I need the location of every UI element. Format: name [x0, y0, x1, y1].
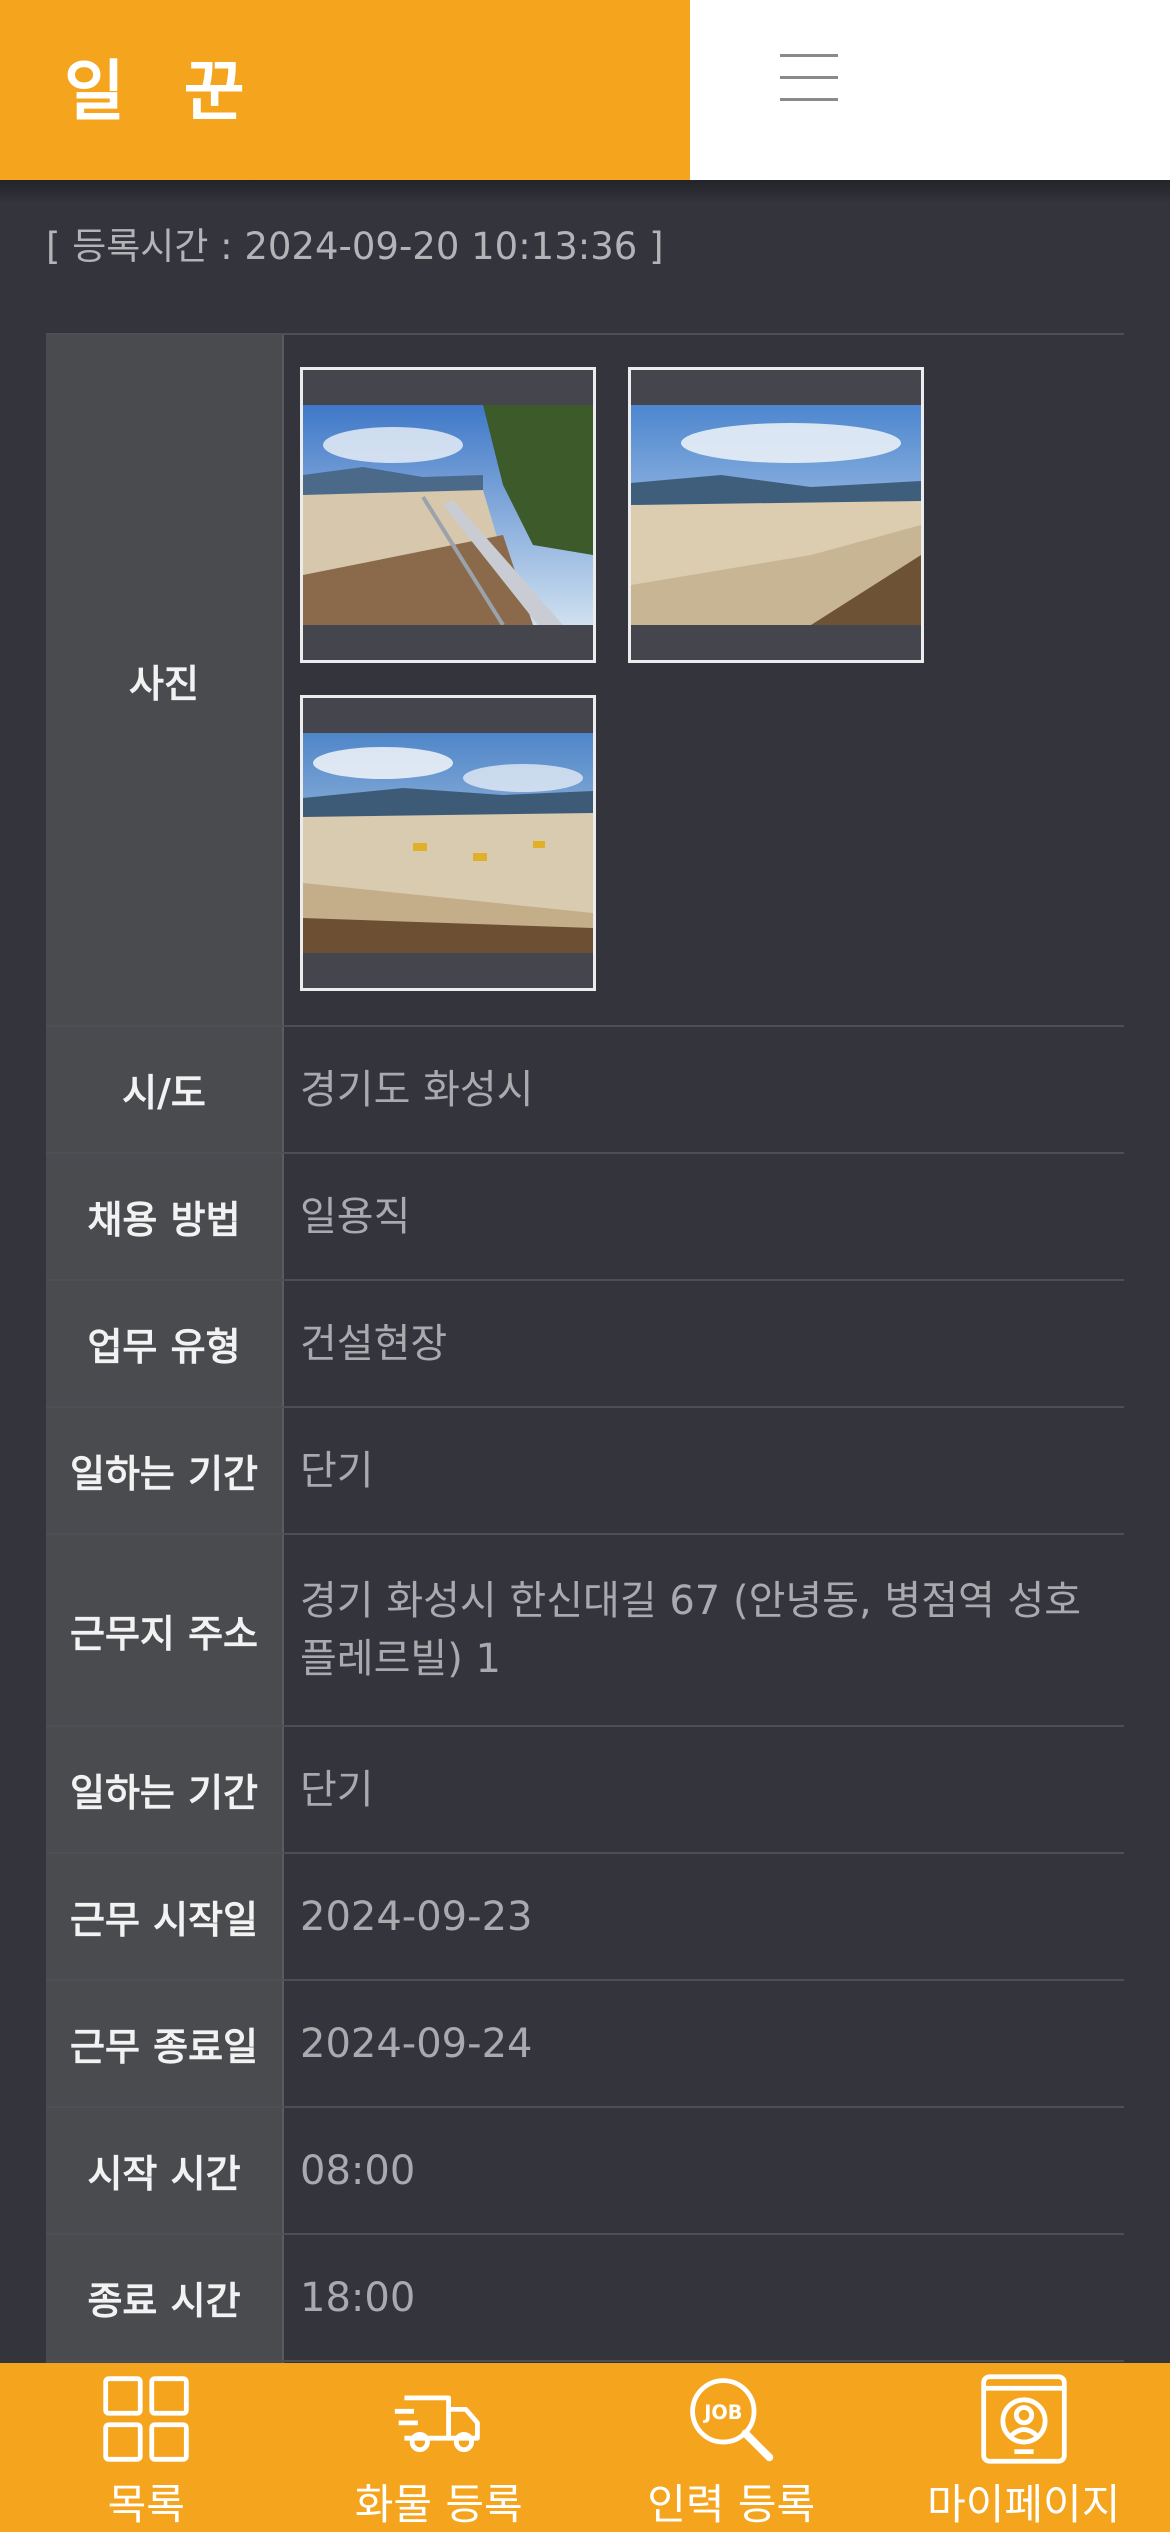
row-value: 2024-09-24	[300, 2020, 533, 2067]
photo-thumbnail-3[interactable]	[300, 695, 596, 991]
menu-area	[690, 0, 1170, 180]
svg-text:JOB: JOB	[703, 2401, 743, 2424]
row-label: 채용 방법	[46, 1154, 284, 1279]
photo-thumbnail-1[interactable]	[300, 367, 596, 663]
row-value: 2024-09-23	[300, 1893, 533, 1940]
row-value: 18:00	[300, 2274, 416, 2321]
row-label: 업무 유형	[46, 1281, 284, 1406]
photo-row: 사진	[46, 335, 1124, 1027]
row-label: 일하는 기간	[46, 1727, 284, 1852]
photo-thumbnail-2[interactable]	[628, 367, 924, 663]
row-label: 시작 시간	[46, 2108, 284, 2233]
detail-row: 시/도 경기도 화성시	[46, 1027, 1124, 1154]
nav-cargo-register[interactable]: 화물 등록	[293, 2363, 586, 2532]
row-value: 일용직	[300, 1193, 411, 1240]
row-label: 시/도	[46, 1027, 284, 1152]
row-label: 근무 시작일	[46, 1854, 284, 1979]
app-logo[interactable]: 일 꾼	[64, 38, 262, 134]
detail-row: 채용 방법 일용직	[46, 1154, 1124, 1281]
nav-label: 인력 등록	[647, 2480, 816, 2529]
registration-time: [ 등록시간 : 2024-09-20 10:13:36 ]	[46, 225, 664, 268]
row-label: 사진	[46, 335, 284, 1025]
row-value: 단기	[300, 1447, 374, 1494]
bottom-navigation: 목록 화물 등록 JOB 인력 등록 마이페이지	[0, 2363, 1170, 2532]
detail-row: 일하는 기간 단기	[46, 1408, 1124, 1535]
app-header: 일 꾼	[0, 0, 1170, 180]
nav-list[interactable]: 목록	[0, 2363, 293, 2532]
job-detail-table: 사진 시/도 경기도 화성시 채용 방법 일용직 업무 유형 건설현장 일하는 …	[46, 333, 1124, 2489]
row-label: 근무지 주소	[46, 1535, 284, 1725]
detail-row: 근무지 주소 경기 화성시 한신대길 67 (안녕동, 병점역 성호플레르빌) 1	[46, 1535, 1124, 1727]
row-value: 08:00	[300, 2147, 416, 2194]
row-label: 종료 시간	[46, 2235, 284, 2360]
detail-row: 업무 유형 건설현장	[46, 1281, 1124, 1408]
user-profile-icon	[981, 2374, 1067, 2464]
row-value: 단기	[300, 1766, 374, 1813]
photo-gallery	[284, 335, 1124, 1025]
nav-label: 화물 등록	[354, 2480, 523, 2529]
nav-label: 마이페이지	[927, 2480, 1121, 2529]
truck-icon	[394, 2395, 480, 2453]
grid-list-icon	[103, 2376, 189, 2462]
detail-row: 근무 종료일 2024-09-24	[46, 1981, 1124, 2108]
detail-row: 일하는 기간 단기	[46, 1727, 1124, 1854]
job-search-icon: JOB	[690, 2378, 774, 2462]
row-value: 건설현장	[300, 1320, 448, 1367]
row-label: 근무 종료일	[46, 1981, 284, 2106]
detail-row: 근무 시작일 2024-09-23	[46, 1854, 1124, 1981]
header-shadow	[0, 180, 1170, 204]
logo-area[interactable]: 일 꾼	[0, 0, 690, 180]
nav-label: 목록	[107, 2480, 185, 2529]
row-value: 경기 화성시 한신대길 67 (안녕동, 병점역 성호플레르빌) 1	[300, 1578, 1082, 1682]
detail-row: 종료 시간 18:00	[46, 2235, 1124, 2362]
nav-worker-register[interactable]: JOB 인력 등록	[585, 2363, 878, 2532]
nav-mypage[interactable]: 마이페이지	[878, 2363, 1170, 2532]
row-label: 일하는 기간	[46, 1408, 284, 1533]
row-value: 경기도 화성시	[300, 1066, 534, 1113]
detail-row: 시작 시간 08:00	[46, 2108, 1124, 2235]
hamburger-menu-icon[interactable]	[780, 52, 840, 102]
